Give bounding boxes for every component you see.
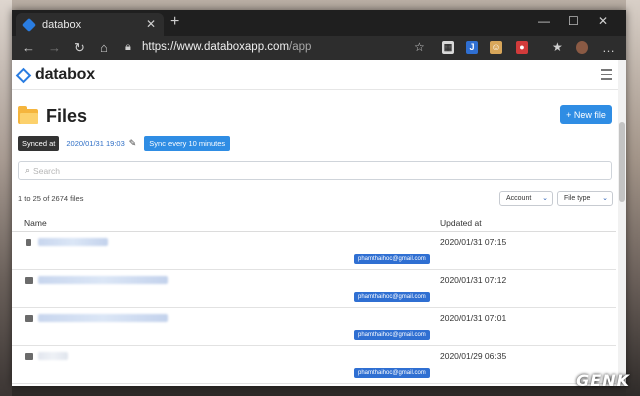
sync-status: Synced at 2020/01/31 19:03 ✎ Sync every … xyxy=(18,136,231,151)
synced-date-link[interactable]: 2020/01/31 19:03 xyxy=(66,139,124,148)
back-arrow-icon[interactable]: ← xyxy=(22,40,35,55)
file-name-redacted[interactable] xyxy=(38,238,108,246)
shared-folder-icon xyxy=(25,315,33,322)
chevron-down-icon: ⌄ xyxy=(602,195,608,202)
tab-bar: databox ✕ + — ☐ ✕ xyxy=(12,10,626,36)
databox-diamond-icon xyxy=(15,67,32,83)
column-updated[interactable]: Updated at xyxy=(440,218,482,228)
minimize-icon[interactable]: — xyxy=(538,14,550,28)
new-file-button[interactable]: + New file xyxy=(560,105,612,124)
desktop-background-right xyxy=(626,0,640,396)
table-header: Name Updated at xyxy=(12,214,616,232)
chevron-down-icon: ⌄ xyxy=(542,195,548,202)
account-filter-select[interactable]: Account ⌄ xyxy=(499,191,553,206)
updated-at: 2020/01/29 06:35 xyxy=(440,351,507,361)
filetype-filter-label: File type xyxy=(564,195,591,202)
table-row[interactable]: phamthaihoc@gmail.com 2020/01/31 07:12 xyxy=(12,270,616,308)
lock-icon[interactable]: 🔒︎ xyxy=(125,41,131,54)
hamburger-menu-icon[interactable] xyxy=(601,69,612,83)
updated-at: 2020/01/31 07:12 xyxy=(440,275,507,285)
open-folder-icon xyxy=(18,106,38,124)
desktop-background-left xyxy=(0,0,12,396)
file-name-redacted[interactable] xyxy=(38,276,168,284)
owner-badge: phamthaihoc@gmail.com xyxy=(354,292,430,302)
updated-at: 2020/01/31 07:01 xyxy=(440,313,507,323)
home-icon[interactable]: ⌂ xyxy=(100,40,108,55)
browser-window: databox ✕ + — ☐ ✕ ← → ↻ ⌂ 🔒︎ https://www… xyxy=(12,10,626,386)
url-field[interactable]: https://www.databoxapp.com/app xyxy=(142,41,311,53)
tab-title: databox xyxy=(42,18,82,31)
databox-app: databox Files + New file Synced at 2020/… xyxy=(12,60,626,386)
address-bar: ← → ↻ ⌂ 🔒︎ https://www.databoxapp.com/ap… xyxy=(12,36,626,60)
owner-badge: phamthaihoc@gmail.com xyxy=(354,254,430,264)
watermark-logo: GENK xyxy=(576,371,630,390)
app-header: databox xyxy=(12,60,626,90)
owner-badge: phamthaihoc@gmail.com xyxy=(354,368,430,378)
databox-favicon-icon xyxy=(21,17,37,32)
sync-frequency-badge[interactable]: Sync every 10 minutes xyxy=(144,136,231,151)
file-name-redacted[interactable] xyxy=(38,314,168,322)
maximize-icon[interactable]: ☐ xyxy=(568,14,579,28)
account-filter-label: Account xyxy=(506,195,532,202)
search-input[interactable] xyxy=(33,165,594,176)
file-count: 1 to 25 of 2674 files xyxy=(18,194,84,203)
folder-icon xyxy=(25,353,33,360)
extension-red-icon[interactable]: ● xyxy=(516,41,528,54)
new-tab-icon[interactable]: + xyxy=(170,13,179,31)
extension-icon[interactable]: ▦ xyxy=(442,41,454,54)
star-icon[interactable]: ☆ xyxy=(414,40,425,54)
favorites-icon[interactable]: ★ xyxy=(552,40,563,54)
page-title-text: Files xyxy=(46,106,88,126)
file-name-redacted[interactable] xyxy=(38,352,68,360)
scrollbar-thumb[interactable] xyxy=(619,122,625,202)
extension-face-icon[interactable]: ☺ xyxy=(490,41,502,54)
table-row[interactable]: phamthaihoc@gmail.com 2020/01/31 07:01 xyxy=(12,308,616,346)
window-close-icon[interactable]: ✕ xyxy=(598,14,608,28)
table-row[interactable]: phamthaihoc@gmail.com 2020/01/29 06:35 xyxy=(12,346,616,384)
logo-text: databox xyxy=(35,66,95,83)
close-tab-icon[interactable]: ✕ xyxy=(146,17,156,31)
browser-menu-icon[interactable]: … xyxy=(602,40,615,55)
document-icon xyxy=(26,239,31,246)
filetype-filter-select[interactable]: File type ⌄ xyxy=(557,191,613,206)
profile-avatar[interactable] xyxy=(576,41,588,54)
pencil-icon[interactable]: ✎ xyxy=(129,138,137,149)
reload-icon[interactable]: ↻ xyxy=(74,40,85,56)
synced-at-label: Synced at xyxy=(18,136,60,151)
table-row[interactable]: phamthaihoc@gmail.com 2020/01/31 07:15 xyxy=(12,232,616,270)
updated-at: 2020/01/31 07:15 xyxy=(440,237,507,247)
search-icon: ⌕ xyxy=(25,165,31,175)
page-scrollbar[interactable] xyxy=(618,60,626,386)
forward-arrow-icon[interactable]: → xyxy=(48,40,61,55)
search-box[interactable]: ⌕ xyxy=(18,161,612,180)
owner-badge: phamthaihoc@gmail.com xyxy=(354,330,430,340)
databox-logo[interactable]: databox xyxy=(15,66,95,84)
page-title: Files xyxy=(18,106,87,127)
extension-j-icon[interactable]: J xyxy=(466,41,478,54)
column-name[interactable]: Name xyxy=(24,218,47,228)
browser-tab[interactable]: databox ✕ xyxy=(16,13,164,36)
shared-folder-icon xyxy=(25,277,33,284)
